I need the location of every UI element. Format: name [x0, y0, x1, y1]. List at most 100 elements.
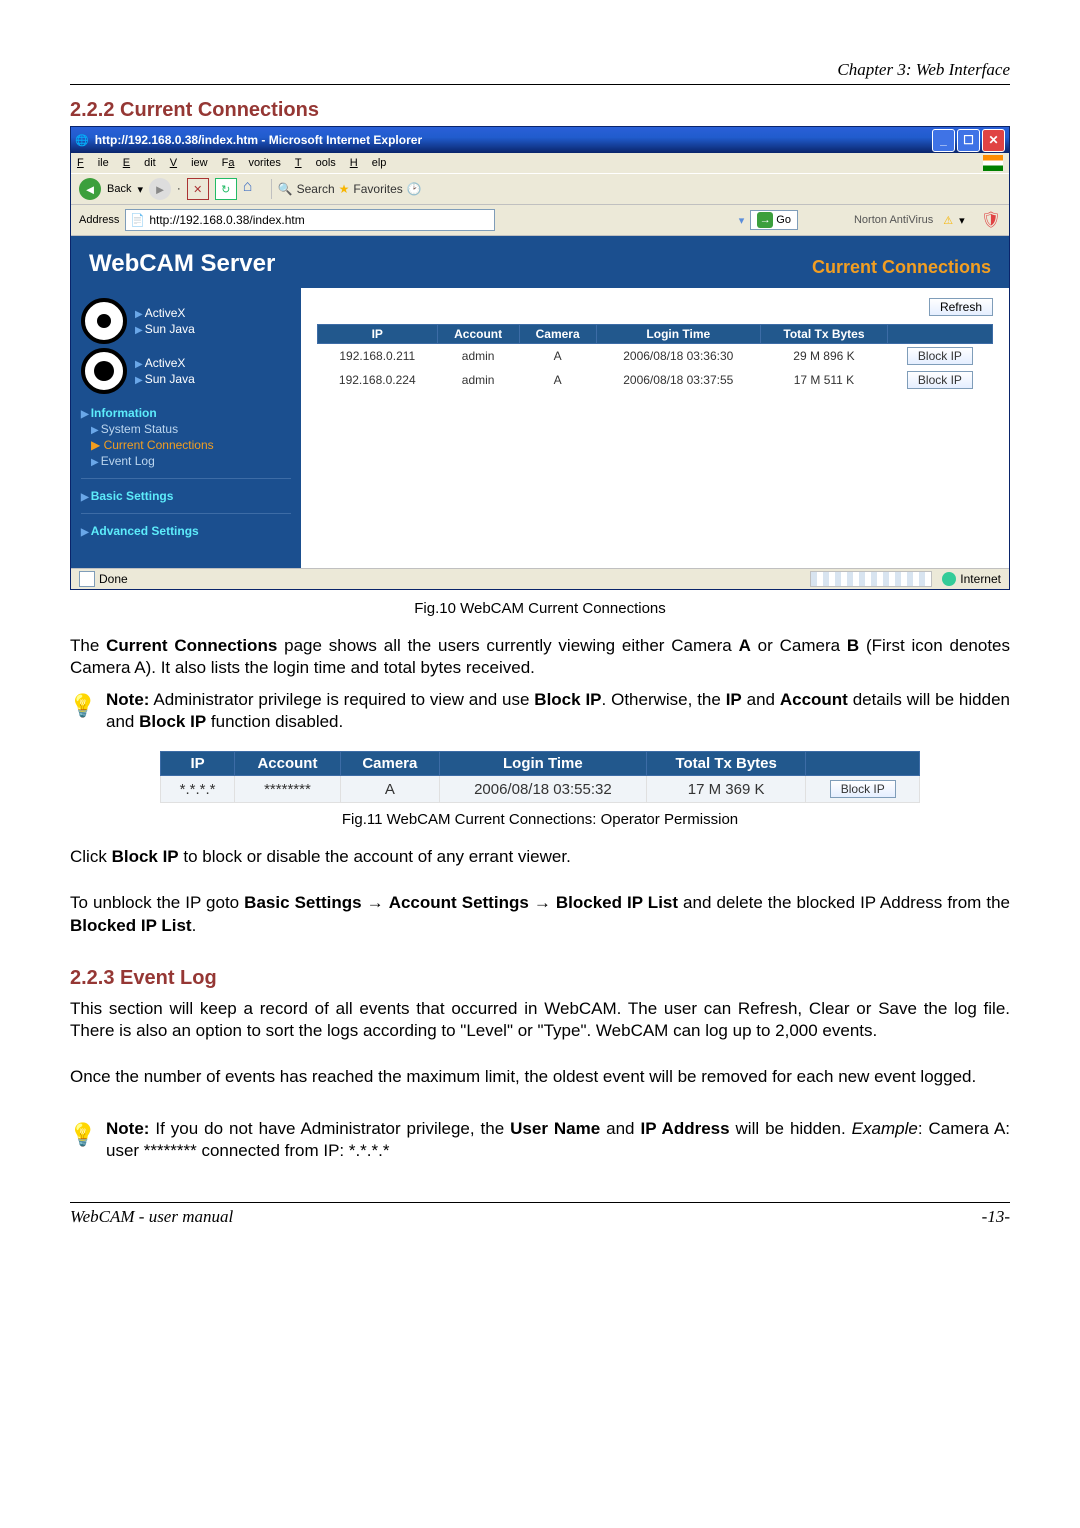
sidebar-information[interactable]: ▶Information	[81, 406, 291, 420]
para-4: This section will keep a record of all e…	[70, 998, 1010, 1042]
section-title-1: 2.2.2 Current Connections	[70, 99, 1010, 122]
search-label[interactable]: Search	[297, 182, 335, 196]
status-left: Done	[99, 572, 128, 586]
fig10-caption: Fig.10 WebCAM Current Connections	[70, 600, 1010, 617]
para-3: To unblock the IP goto Basic Settings → …	[70, 892, 1010, 936]
th-account: Account	[437, 325, 519, 344]
cam-b-activex[interactable]: ▶ActiveX	[135, 356, 195, 370]
table-row: *.*.*.* ******** A 2006/08/18 03:55:32 1…	[161, 776, 920, 803]
refresh-list-button[interactable]: Refresh	[929, 298, 993, 316]
menu-favorites[interactable]: Favorites	[222, 157, 281, 169]
address-value: http://192.168.0.38/index.htm	[149, 213, 304, 227]
cam-a-activex[interactable]: ▶ActiveX	[135, 306, 195, 320]
back-dropdown-icon[interactable]: ▾	[137, 183, 143, 196]
table-row: 192.168.0.224 admin A 2006/08/18 03:37:5…	[318, 368, 993, 392]
flag-icon	[983, 155, 1003, 171]
perm-th-ip: IP	[161, 752, 235, 776]
cam-a-sunjava[interactable]: ▶Sun Java	[135, 322, 195, 336]
perm-th-camera: Camera	[340, 752, 439, 776]
bulb-icon: 💡	[70, 1118, 96, 1152]
favorites-label[interactable]: Favorites	[353, 182, 402, 196]
browser-window: 🌐 http://192.168.0.38/index.htm - Micros…	[70, 126, 1010, 590]
ie-icon: 🌐	[75, 134, 89, 147]
th-action	[887, 325, 992, 344]
refresh-button[interactable]: ↻	[215, 178, 237, 200]
media-icon[interactable]: 🕑	[407, 182, 422, 196]
toolbar: ◄ Back ▾ ► · ✕ ↻ ⌂ 🔍 Search ★ Favorites …	[71, 173, 1009, 205]
block-ip-button[interactable]: Block IP	[907, 347, 973, 365]
permission-table: IP Account Camera Login Time Total Tx By…	[160, 751, 920, 803]
internet-icon	[942, 572, 956, 586]
window-title: http://192.168.0.38/index.htm - Microsof…	[95, 133, 932, 147]
sidebar-basic-settings[interactable]: ▶Basic Settings	[81, 489, 291, 503]
go-arrow-icon: →	[757, 212, 773, 228]
th-login: Login Time	[596, 325, 761, 344]
shield-icon[interactable]: 🛡	[981, 210, 1001, 230]
norton-dropdown-icon[interactable]: ▾	[959, 214, 965, 227]
menubar: File Edit View Favorites Tools Help	[71, 153, 1009, 173]
favorites-icon[interactable]: ★	[339, 182, 350, 196]
stop-button[interactable]: ✕	[187, 178, 209, 200]
sidebar: ▶ActiveX ▶Sun Java ▶ActiveX ▶Sun Java ▶I…	[71, 288, 301, 568]
menu-edit[interactable]: Edit	[123, 157, 156, 169]
perm-th-tx: Total Tx Bytes	[646, 752, 806, 776]
note-2: 💡 Note: If you do not have Administrator…	[70, 1118, 1010, 1162]
server-header: WebCAM Server Current Connections	[71, 236, 1009, 288]
menu-help[interactable]: Help	[350, 157, 387, 169]
progress-icon	[810, 571, 932, 587]
minimize-button[interactable]: _	[932, 129, 955, 152]
camera-b-icon	[81, 348, 127, 394]
camera-a-icon	[81, 298, 127, 344]
chapter-header: Chapter 3: Web Interface	[70, 60, 1010, 80]
norton-label: Norton AntiVirus	[854, 214, 933, 226]
para-5: Once the number of events has reached th…	[70, 1066, 1010, 1088]
go-label: Go	[776, 214, 791, 226]
page-icon: 📄	[130, 213, 145, 227]
back-label: Back	[107, 183, 131, 195]
cam-b-sunjava[interactable]: ▶Sun Java	[135, 372, 195, 386]
bulb-icon: 💡	[70, 689, 96, 723]
sidebar-event-log[interactable]: ▶Event Log	[91, 454, 291, 468]
perm-th-login: Login Time	[439, 752, 646, 776]
address-dropdown-icon[interactable]: ▾	[739, 214, 745, 227]
server-title: WebCAM Server	[89, 250, 275, 278]
sidebar-advanced-settings[interactable]: ▶Advanced Settings	[81, 524, 291, 538]
right-pane: Refresh IP Account Camera Login Time Tot…	[301, 288, 1009, 568]
status-right: Internet	[960, 572, 1001, 586]
home-button[interactable]: ⌂	[243, 178, 265, 200]
block-ip-button[interactable]: Block IP	[907, 371, 973, 389]
back-button[interactable]: ◄	[79, 178, 101, 200]
close-button[interactable]: ✕	[982, 129, 1005, 152]
para-2: Click Block IP to block or disable the a…	[70, 846, 1010, 868]
address-input[interactable]: 📄 http://192.168.0.38/index.htm	[125, 209, 495, 231]
search-icon[interactable]: 🔍	[278, 182, 293, 196]
sidebar-current-connections[interactable]: ▶ Current Connections	[91, 438, 291, 452]
menu-view[interactable]: View	[170, 157, 208, 169]
cc-title: Current Connections	[812, 257, 991, 278]
address-label: Address	[79, 214, 119, 226]
separator-icon: ·	[177, 183, 181, 195]
section-title-2: 2.2.3 Event Log	[70, 967, 1010, 990]
th-tx: Total Tx Bytes	[761, 325, 888, 344]
maximize-button[interactable]: ☐	[957, 129, 980, 152]
perm-th-action	[806, 752, 920, 776]
footer-left: WebCAM - user manual	[70, 1207, 233, 1227]
fig11-caption: Fig.11 WebCAM Current Connections: Opera…	[70, 811, 1010, 828]
menu-file[interactable]: File	[77, 157, 109, 169]
menu-tools[interactable]: Tools	[295, 157, 336, 169]
norton-icon[interactable]: ⚠	[943, 214, 953, 227]
address-bar: Address 📄 http://192.168.0.38/index.htm …	[71, 205, 1009, 236]
page-footer: WebCAM - user manual -13-	[70, 1202, 1010, 1227]
perm-th-account: Account	[235, 752, 341, 776]
window-titlebar: 🌐 http://192.168.0.38/index.htm - Micros…	[71, 127, 1009, 153]
table-row: 192.168.0.211 admin A 2006/08/18 03:36:3…	[318, 344, 993, 369]
go-button[interactable]: → Go	[750, 210, 798, 230]
block-ip-button[interactable]: Block IP	[830, 780, 896, 798]
th-camera: Camera	[519, 325, 596, 344]
sidebar-system-status[interactable]: ▶System Status	[91, 422, 291, 436]
th-ip: IP	[318, 325, 438, 344]
para-1: The Current Connections page shows all t…	[70, 635, 1010, 679]
footer-right: -13-	[982, 1207, 1010, 1227]
forward-button[interactable]: ►	[149, 178, 171, 200]
done-icon	[79, 571, 95, 587]
